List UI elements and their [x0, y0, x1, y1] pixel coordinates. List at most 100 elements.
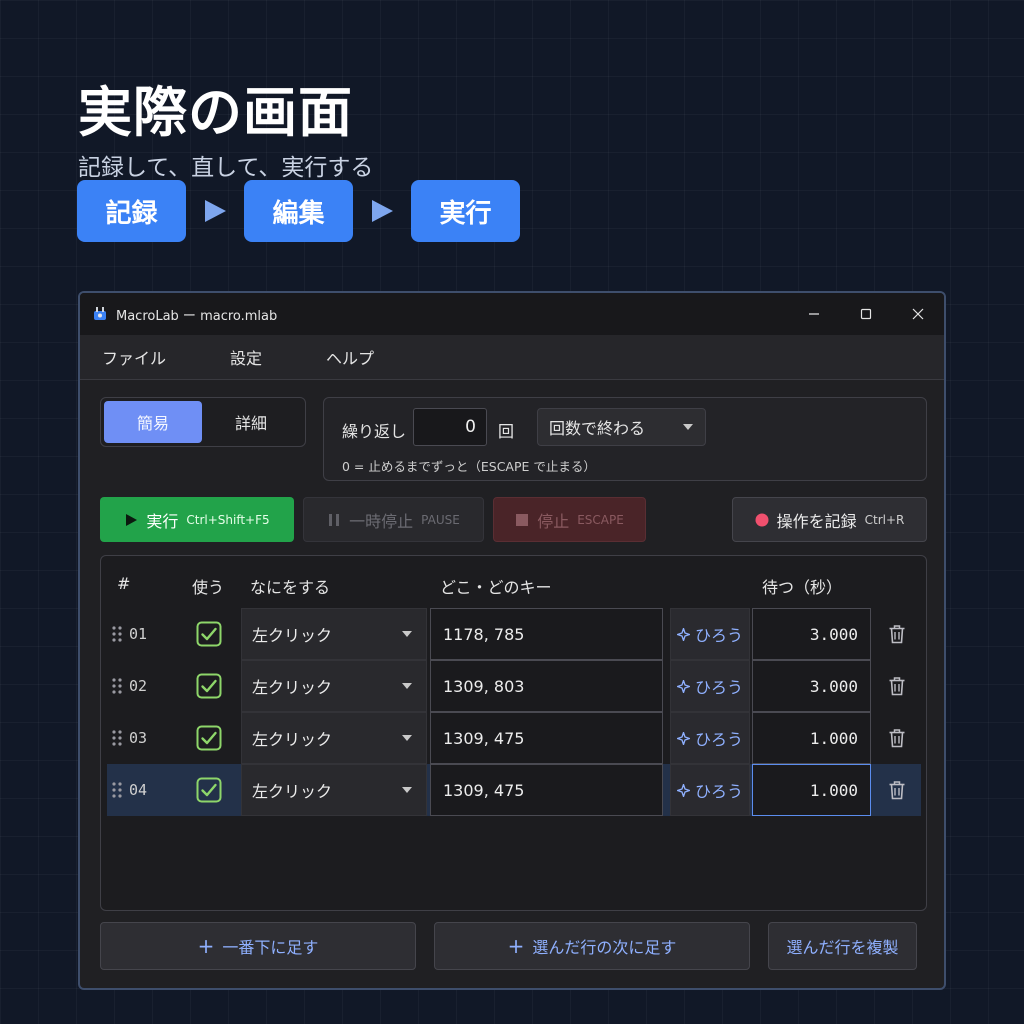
checkbox-checked-icon [196, 621, 222, 647]
drag-handle-icon[interactable] [111, 625, 123, 643]
table-row[interactable]: 01 左クリック 1178, 785 ひろう 3.000 [107, 608, 921, 660]
mode-toggle: 簡易 詳細 [100, 397, 306, 447]
wait-seconds-input[interactable]: 1.000 [752, 764, 871, 816]
target-input[interactable]: 1309, 475 [430, 764, 663, 816]
chevron-down-icon [402, 683, 412, 689]
record-button[interactable]: 操作を記録 Ctrl+R [732, 497, 927, 542]
mode-simple-tab[interactable]: 簡易 [104, 401, 202, 443]
sparkle-icon [676, 731, 690, 745]
header-use: 使う [192, 578, 225, 597]
header-wait: 待つ（秒） [762, 578, 843, 597]
table-row[interactable]: 03 左クリック 1309, 475 ひろう 1.000 [107, 712, 921, 764]
use-checkbox[interactable] [179, 608, 239, 660]
pick-position-button[interactable]: ひろう [670, 764, 750, 816]
step-record: 記録 [77, 180, 186, 242]
run-button[interactable]: 実行 Ctrl+Shift+F5 [100, 497, 294, 542]
record-dot-icon [755, 513, 769, 526]
minimize-button[interactable] [788, 293, 840, 335]
chevron-down-icon [402, 631, 412, 637]
add-bottom-button[interactable]: + 一番下に足す [100, 922, 416, 970]
close-button[interactable] [892, 293, 944, 335]
maximize-icon [860, 308, 872, 320]
hero-subtitle: 記録して、直して、実行する [78, 155, 374, 181]
row-number-cell[interactable]: 04 [107, 764, 177, 816]
menu-file[interactable]: ファイル [102, 345, 166, 369]
use-checkbox[interactable] [179, 712, 239, 764]
pick-label: ひろう [694, 678, 743, 697]
pause-shortcut: PAUSE [421, 512, 460, 527]
pause-button[interactable]: 一時停止 PAUSE [303, 497, 484, 542]
play-icon [126, 513, 138, 526]
header-action: なにをする [250, 578, 331, 597]
row-number: 04 [129, 781, 148, 799]
stop-label: 停止 [537, 511, 570, 531]
delete-row-button[interactable] [873, 660, 921, 712]
row-number-cell[interactable]: 02 [107, 660, 177, 712]
trash-icon [889, 729, 905, 748]
action-select[interactable]: 左クリック [241, 660, 427, 712]
sparkle-icon [676, 783, 690, 797]
chevron-down-icon [683, 424, 693, 430]
pick-label: ひろう [694, 626, 743, 645]
mode-detail-tab[interactable]: 詳細 [202, 401, 300, 443]
stop-shortcut: ESCAPE [577, 512, 624, 527]
row-number: 03 [129, 729, 148, 747]
add-bottom-label: 一番下に足す [222, 938, 319, 957]
wait-seconds-input[interactable]: 1.000 [752, 712, 871, 764]
pick-position-button[interactable]: ひろう [670, 608, 750, 660]
arrow-right-icon [353, 197, 411, 225]
row-number: 02 [129, 677, 148, 695]
row-number-cell[interactable]: 03 [107, 712, 177, 764]
drag-handle-icon[interactable] [111, 729, 123, 747]
drag-handle-icon[interactable] [111, 677, 123, 695]
step-edit: 編集 [244, 180, 353, 242]
table-row[interactable]: 04 左クリック 1309, 475 ひろう 1.000 [107, 764, 921, 816]
use-checkbox[interactable] [179, 764, 239, 816]
action-select[interactable]: 左クリック [241, 712, 427, 764]
row-number-cell[interactable]: 01 [107, 608, 177, 660]
workflow-steps: 記録 編集 実行 [77, 180, 520, 242]
pick-position-button[interactable]: ひろう [670, 712, 750, 764]
table-row[interactable]: 02 左クリック 1309, 803 ひろう 3.000 [107, 660, 921, 712]
action-select[interactable]: 左クリック [241, 764, 427, 816]
hero-title: 実際の画面 [78, 81, 353, 144]
action-select[interactable]: 左クリック [241, 608, 427, 660]
title-bar[interactable]: MacroLab ー macro.mlab [80, 293, 944, 335]
action-value: 左クリック [252, 626, 333, 645]
trash-icon [889, 781, 905, 800]
delete-row-button[interactable] [873, 712, 921, 764]
delete-row-button[interactable] [873, 608, 921, 660]
menu-settings[interactable]: 設定 [230, 345, 262, 369]
drag-handle-icon[interactable] [111, 781, 123, 799]
steps-table: # 使う なにをする どこ・どのキー 待つ（秒） 01 左クリック 1178, 78… [100, 555, 927, 911]
checkbox-checked-icon [196, 725, 222, 751]
wait-seconds-input[interactable]: 3.000 [752, 608, 871, 660]
repeat-mode-select[interactable]: 回数で終わる [537, 408, 706, 446]
repeat-count-input[interactable]: 0 [413, 408, 487, 446]
target-input[interactable]: 1309, 803 [430, 660, 663, 712]
arrow-right-icon [186, 197, 244, 225]
maximize-button[interactable] [840, 293, 892, 335]
sparkle-icon [676, 679, 690, 693]
app-icon [94, 307, 106, 320]
use-checkbox[interactable] [179, 660, 239, 712]
add-after-label: 選んだ行の次に足す [532, 938, 677, 957]
record-shortcut: Ctrl+R [864, 512, 905, 527]
menu-help[interactable]: ヘルプ [326, 345, 374, 369]
action-value: 左クリック [252, 730, 333, 749]
duplicate-label: 選んだ行を複製 [786, 938, 899, 957]
repeat-label: 繰り返し [342, 422, 407, 441]
target-input[interactable]: 1309, 475 [430, 712, 663, 764]
repeat-mode-value: 回数で終わる [549, 419, 646, 438]
delete-row-button[interactable] [873, 764, 921, 816]
action-value: 左クリック [252, 678, 333, 697]
add-after-button[interactable]: + 選んだ行の次に足す [434, 922, 750, 970]
chevron-down-icon [402, 787, 412, 793]
pick-position-button[interactable]: ひろう [670, 660, 750, 712]
target-input[interactable]: 1178, 785 [430, 608, 663, 660]
stop-button[interactable]: 停止 ESCAPE [493, 497, 646, 542]
repeat-unit: 回 [498, 422, 515, 441]
duplicate-button[interactable]: 選んだ行を複製 [768, 922, 917, 970]
wait-seconds-input[interactable]: 3.000 [752, 660, 871, 712]
trash-icon [889, 677, 905, 696]
